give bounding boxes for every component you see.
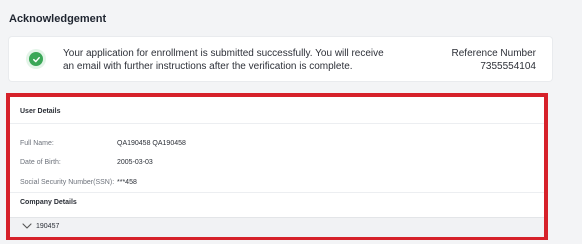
full-name-value: QA190458 QA190458 <box>117 140 186 147</box>
reference-block: Reference Number 7355554104 <box>452 47 536 73</box>
company-id: 190457 <box>36 223 60 230</box>
user-details-heading: User Details <box>20 108 61 115</box>
ssn-label: Social Security Number(SSN): <box>20 179 115 186</box>
confirmation-message: Your application for enrollment is submi… <box>63 48 384 72</box>
company-accordion-row[interactable]: 190457 <box>10 217 544 237</box>
success-card: Your application for enrollment is submi… <box>9 37 552 81</box>
chevron-down-icon[interactable] <box>22 222 32 230</box>
divider <box>10 123 544 124</box>
ssn-value: ***458 <box>117 179 137 186</box>
reference-number: 7355554104 <box>480 61 536 72</box>
divider <box>10 192 544 193</box>
check-circle-icon <box>26 49 46 69</box>
page-title: Acknowledgement <box>9 13 107 25</box>
details-panel: User Details Full Name: QA190458 QA19045… <box>6 93 548 240</box>
full-name-label: Full Name: <box>20 140 54 147</box>
dob-value: 2005-03-03 <box>117 159 153 166</box>
company-details-heading: Company Details <box>20 199 77 206</box>
reference-label: Reference Number <box>451 48 536 59</box>
dob-label: Date of Birth: <box>20 159 61 166</box>
